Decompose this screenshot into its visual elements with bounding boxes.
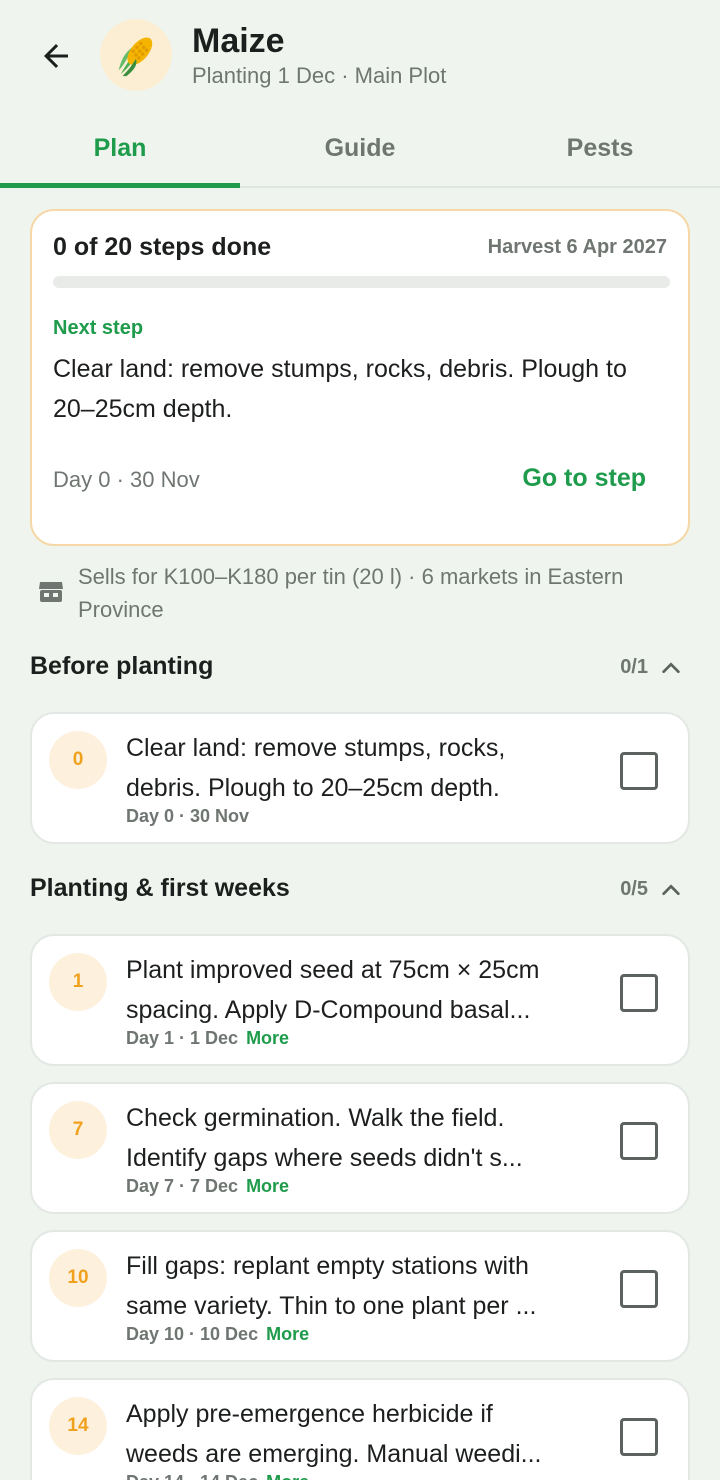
task-checkbox[interactable]	[620, 1418, 658, 1456]
more-link[interactable]: More	[266, 1472, 309, 1480]
task-description: Plant improved seed at 75cm × 25cm spaci…	[126, 950, 601, 1030]
store-icon	[39, 582, 63, 602]
more-link[interactable]: More	[266, 1324, 309, 1344]
task-description: Clear land: remove stumps, rocks, debris…	[126, 728, 601, 808]
task-description-line: Check germination. Walk the field.	[126, 1104, 505, 1132]
task-description-line: Clear land: remove stumps, rocks,	[126, 734, 506, 762]
steps-done-text: 0 of 20 steps done	[53, 233, 272, 261]
go-to-step-button[interactable]: Go to step	[522, 464, 646, 493]
section-title: Before planting	[30, 652, 214, 680]
step-number-badge: 1	[49, 953, 107, 1011]
tab-bar: Plan Guide Pests	[0, 110, 720, 188]
tab-pests[interactable]: Pests	[480, 110, 720, 186]
step-number-badge: 10	[49, 1249, 107, 1307]
tab-guide[interactable]: Guide	[240, 110, 480, 186]
crop-avatar	[100, 19, 172, 91]
page-title: Maize	[192, 22, 285, 60]
task-description-line: spacing. Apply D-Compound basal...	[126, 996, 531, 1024]
section-title: Planting & first weeks	[30, 874, 290, 902]
next-step-day: Day 0 · 30 Nov	[53, 467, 200, 492]
task-day: Day 7 · 7 Dec	[126, 1176, 239, 1196]
section-header-before-planting[interactable]: Before planting 0/1	[30, 648, 690, 688]
task-day: Day 1 · 1 Dec	[126, 1028, 239, 1048]
task-meta: Day 0 · 30 Nov	[126, 806, 249, 827]
task-checkbox[interactable]	[620, 974, 658, 1012]
chevron-up-icon	[662, 884, 680, 896]
progress-summary-card: 0 of 20 steps done Harvest 6 Apr 2027 Ne…	[30, 209, 690, 546]
task-meta: Day 7 · 7 Dec More	[126, 1176, 289, 1197]
step-number-badge: 7	[49, 1101, 107, 1159]
task-description-line: same variety. Thin to one plant per ...	[126, 1292, 537, 1320]
task-meta: Day 1 · 1 Dec More	[126, 1028, 289, 1049]
next-step-label: Next step	[53, 317, 144, 339]
task-description-line: Plant improved seed at 75cm × 25cm	[126, 956, 540, 984]
step-number-badge: 14	[49, 1397, 107, 1455]
task-description-line: Fill gaps: replant empty stations with	[126, 1252, 529, 1280]
task-description: Check germination. Walk the field. Ident…	[126, 1098, 601, 1178]
progress-bar	[53, 276, 670, 288]
section-header-planting-first-weeks[interactable]: Planting & first weeks 0/5	[30, 870, 690, 910]
task-card[interactable]: 14 Apply pre-emergence herbicide if weed…	[30, 1378, 690, 1480]
arrow-left-icon	[44, 44, 68, 68]
crop-plan-screen: Maize Planting 1 Dec · Main Plot Plan Gu…	[0, 0, 720, 1480]
task-card[interactable]: 1 Plant improved seed at 75cm × 25cm spa…	[30, 934, 690, 1066]
task-description-line: Apply pre-emergence herbicide if	[126, 1400, 493, 1428]
task-card[interactable]: 7 Check germination. Walk the field. Ide…	[30, 1082, 690, 1214]
more-link[interactable]: More	[246, 1176, 289, 1196]
chevron-up-icon	[662, 662, 680, 674]
task-meta: Day 10 · 10 Dec More	[126, 1324, 309, 1345]
harvest-date: Harvest 6 Apr 2027	[487, 236, 667, 258]
tab-plan[interactable]: Plan	[0, 110, 240, 188]
task-day: Day 14 · 14 Dec	[126, 1472, 258, 1480]
page-subtitle: Planting 1 Dec · Main Plot	[192, 63, 447, 88]
task-checkbox[interactable]	[620, 1270, 658, 1308]
app-header: Maize Planting 1 Dec · Main Plot	[0, 0, 720, 110]
task-description: Apply pre-emergence herbicide if weeds a…	[126, 1394, 601, 1474]
next-step-text: Clear land: remove stumps, rocks, debris…	[53, 355, 627, 423]
task-checkbox[interactable]	[620, 752, 658, 790]
section-count: 0/1	[620, 656, 648, 678]
back-button[interactable]	[30, 32, 82, 80]
task-description-line: weeds are emerging. Manual weedi...	[126, 1440, 542, 1468]
task-description-line: debris. Plough to 20–25cm depth.	[126, 774, 500, 802]
task-day: Day 0 · 30 Nov	[126, 806, 250, 826]
task-day: Day 10 · 10 Dec	[126, 1324, 259, 1344]
task-description: Fill gaps: replant empty stations with s…	[126, 1246, 601, 1326]
task-meta: Day 14 · 14 Dec More	[126, 1472, 309, 1480]
section-count: 0/5	[620, 878, 648, 900]
task-checkbox[interactable]	[620, 1122, 658, 1160]
task-card[interactable]: 10 Fill gaps: replant empty stations wit…	[30, 1230, 690, 1362]
step-number-badge: 0	[49, 731, 107, 789]
corn-icon	[118, 37, 153, 77]
task-description-line: Identify gaps where seeds didn't s...	[126, 1144, 523, 1172]
more-link[interactable]: More	[246, 1028, 289, 1048]
market-info-text: Sells for K100–K180 per tin (20 l) · 6 m…	[78, 564, 624, 622]
task-card[interactable]: 0 Clear land: remove stumps, rocks, debr…	[30, 712, 690, 844]
